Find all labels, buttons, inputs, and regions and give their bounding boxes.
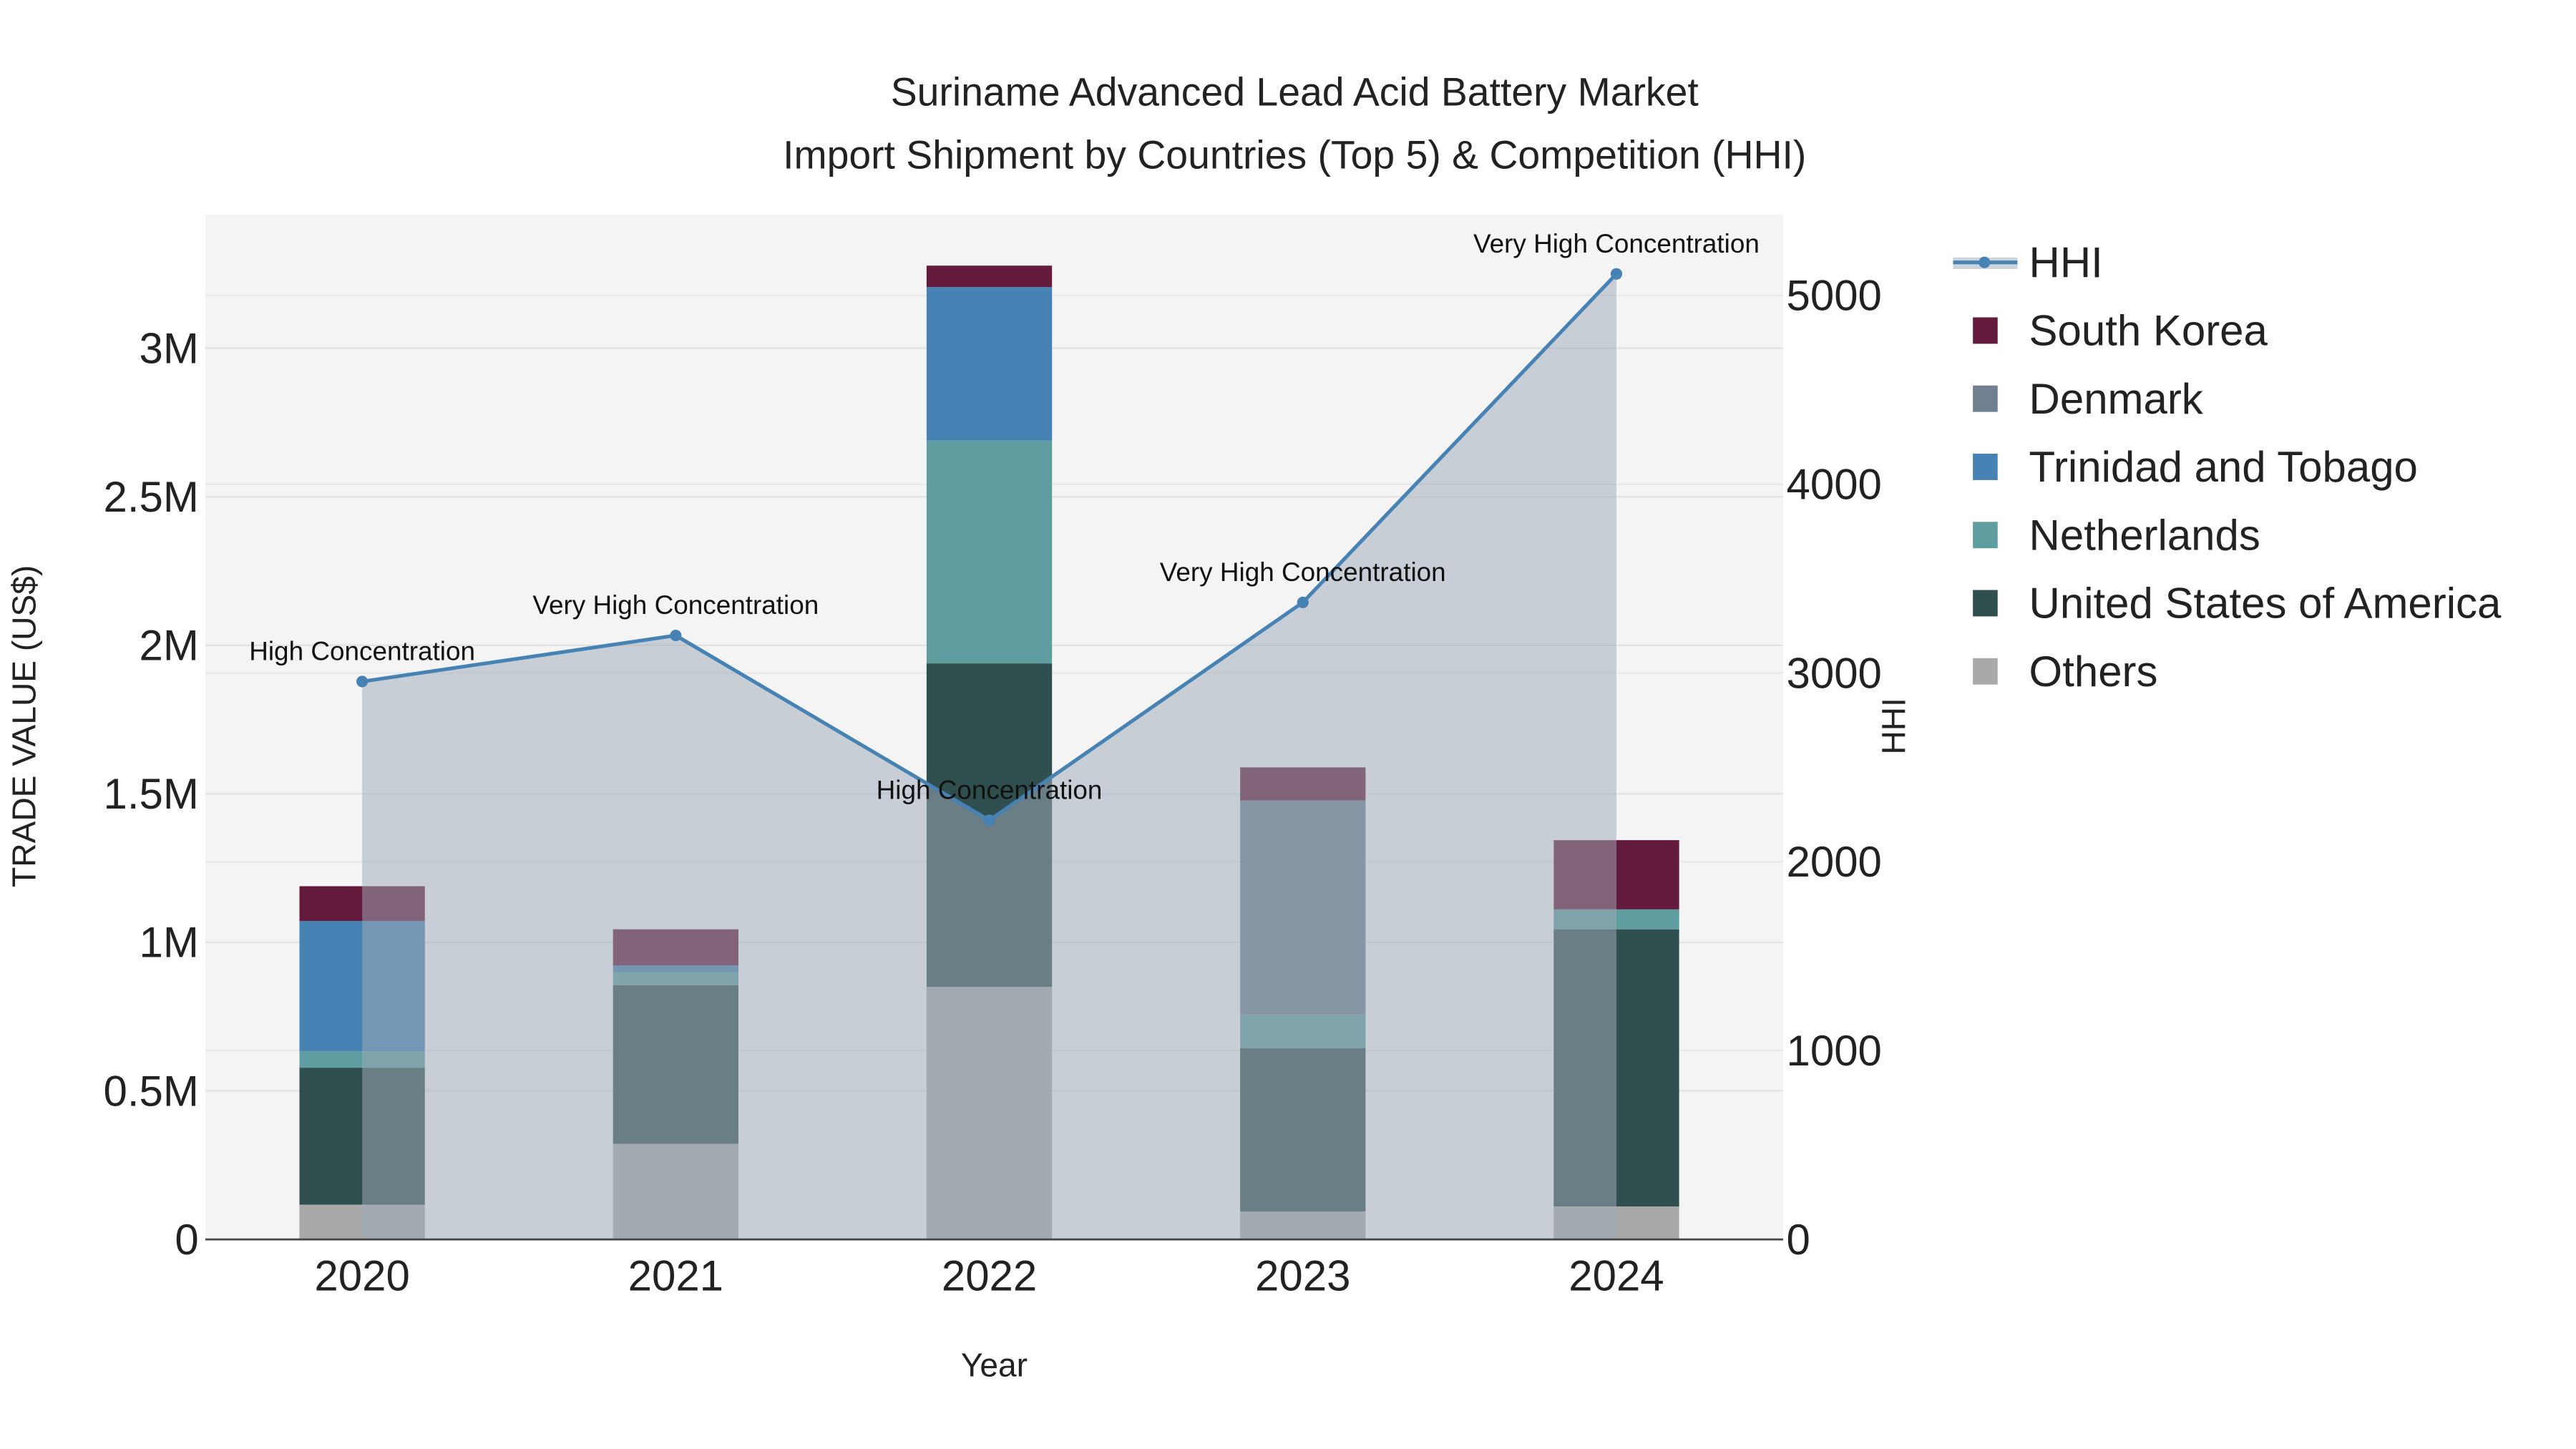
bar-netherlands-2022[interactable] [926,440,1053,664]
y-tick-label: 1M [139,919,198,967]
y2-tick-label: 0 [1787,1216,1810,1264]
y2-tick-label: 2000 [1787,838,1882,886]
hhi-annotation: Very High Concentration [1160,557,1446,587]
y2-axis-label: HHI [1875,698,1913,754]
y-tick-label: 2M [139,622,198,670]
chart-subtitle: Import Shipment by Countries (Top 5) & C… [783,132,1806,177]
hhi-point-2024[interactable] [1610,268,1623,280]
x-axis-label: Year [961,1347,1028,1384]
legend-label: Netherlands [2029,511,2260,559]
x-tick-label: 2022 [942,1252,1037,1300]
x-tick-label: 2023 [1255,1252,1350,1300]
hhi-point-2021[interactable] [670,629,682,642]
legend-item-netherlands[interactable]: Netherlands [1973,511,2260,559]
y-tick-label: 2.5M [103,473,198,521]
y2-tick-label: 1000 [1787,1027,1882,1075]
hhi-annotation: Very High Concentration [532,590,819,620]
legend-label: South Korea [2029,307,2268,355]
bar-trinidad-and-tobago-2022[interactable] [926,287,1053,441]
x-tick-label: 2024 [1568,1252,1664,1300]
legend-swatch [1973,454,1998,480]
bar-south-korea-2022[interactable] [926,265,1053,288]
hhi-annotation: High Concentration [877,775,1103,804]
legend-item-hhi[interactable]: HHI [1953,238,2103,286]
y-tick-label: 1.5M [103,770,198,818]
hhi-point-2020[interactable] [356,675,369,688]
legend-item-trinidad-and-tobago[interactable]: Trinidad and Tobago [1973,443,2418,491]
hhi-annotation: High Concentration [249,636,475,665]
y-tick-label: 0.5M [103,1067,198,1115]
legend-swatch [1973,522,1998,549]
y-tick-label: 3M [139,324,198,372]
legend-label: Trinidad and Tobago [2029,443,2418,491]
legend-item-united-states-of-america[interactable]: United States of America [1973,580,2502,628]
legend-label: HHI [2029,238,2103,286]
y-axis-label: TRADE VALUE (US$) [5,565,42,887]
legend-swatch [1973,658,1998,685]
legend-swatch [1973,385,1998,412]
legend-label: United States of America [2029,580,2502,628]
legend-item-south-korea[interactable]: South Korea [1973,307,2268,355]
y-tick-label: 0 [175,1216,198,1264]
x-tick-label: 2020 [314,1252,409,1300]
hhi-point-2023[interactable] [1297,596,1309,608]
legend-swatch [1973,317,1998,344]
chart-title: Suriname Advanced Lead Acid Battery Mark… [891,70,1699,114]
legend-label: Others [2029,648,2158,696]
y2-tick-label: 4000 [1787,460,1882,508]
legend: HHI South Korea Denmark Trinidad and Tobago… [1953,238,2502,696]
legend-marker [1979,256,1991,268]
legend-label: Denmark [2029,375,2204,423]
legend-swatch [1973,590,1998,617]
hhi-point-2022[interactable] [983,814,995,826]
y2-tick-label: 3000 [1787,649,1882,697]
hhi-annotation: Very High Concentration [1473,229,1760,258]
legend-item-others[interactable]: Others [1973,648,2157,696]
legend-item-denmark[interactable]: Denmark [1973,375,2204,423]
x-tick-label: 2021 [628,1252,723,1300]
y2-tick-label: 5000 [1787,272,1882,320]
chart: Suriname Advanced Lead Acid Battery Mark… [5,70,2502,1384]
